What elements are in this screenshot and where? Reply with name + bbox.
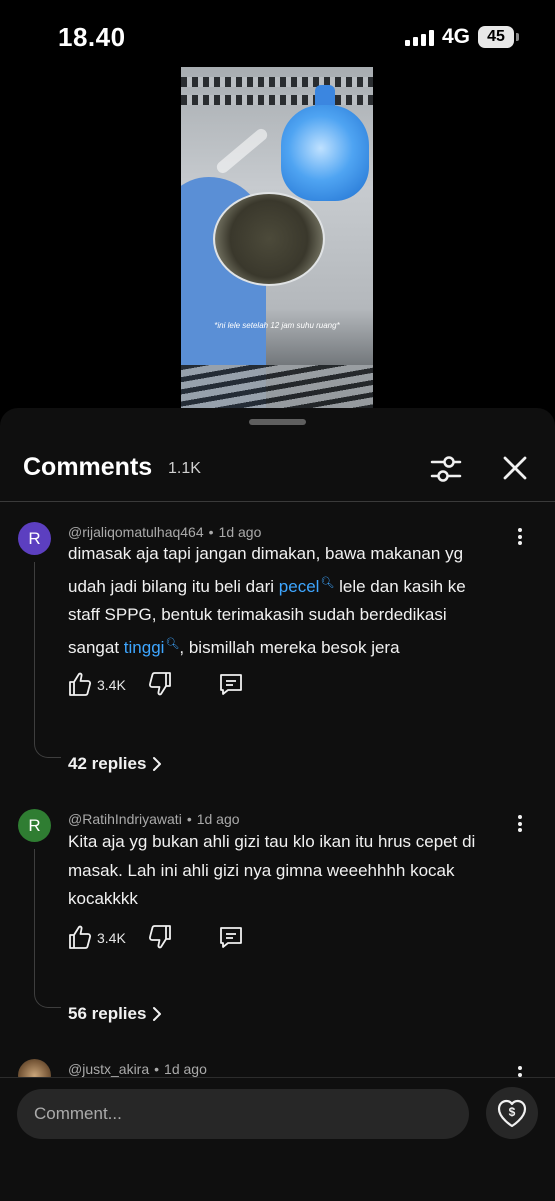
comment-line: masak. Lah ini ahli gizi nya gimna weeeh… xyxy=(68,860,455,880)
comment-meta: @RatihIndriyawati • 1d ago xyxy=(68,811,240,827)
like-button[interactable]: 3.4K xyxy=(68,924,138,952)
status-time: 18.40 xyxy=(58,22,126,52)
comment-time: 1d ago xyxy=(164,1061,207,1077)
comment-text-segment: , bismillah mereka besok jera xyxy=(179,637,400,657)
thumbs-down-icon xyxy=(148,672,171,696)
status-bar: 18.40 4G 45 xyxy=(0,0,555,70)
battery-tip xyxy=(516,33,519,41)
thumbs-up-icon xyxy=(69,672,92,696)
comment-line: dimasak aja tapi jangan dimakan, bawa ma… xyxy=(68,544,464,563)
avatar[interactable]: R xyxy=(18,522,51,555)
thread-line xyxy=(34,849,61,1008)
comment-text-segment: sangat xyxy=(68,637,120,657)
super-thanks-button[interactable]: $ xyxy=(486,1087,538,1139)
comment-meta: @rijaliqomatulhaq464 • 1d ago xyxy=(68,524,262,540)
comment-line: kocakkkk xyxy=(68,889,138,908)
super-thanks-icon: $ xyxy=(497,1099,527,1128)
view-replies-button[interactable]: 56 replies xyxy=(68,1004,162,1024)
video-petri-dish xyxy=(213,192,325,286)
search-icon: 🔍︎ xyxy=(165,637,180,650)
comment-icon xyxy=(220,927,242,948)
view-replies-button[interactable]: 42 replies xyxy=(68,754,162,774)
video-player[interactable]: *ini lele setelah 12 jam suhu ruang* xyxy=(181,67,373,412)
search-link-text: tinggi xyxy=(123,637,165,657)
comment-text: dimasak aja tapi jangan dimakan, bawa ma… xyxy=(68,540,518,662)
video-tube xyxy=(214,126,270,176)
comment-text: Kita aja yg bukan ahli gizi tau klo ikan… xyxy=(68,828,518,914)
close-icon[interactable] xyxy=(499,452,531,484)
thumbs-down-icon xyxy=(148,925,171,949)
video-vent xyxy=(181,95,373,105)
comment-text-segment: udah jadi bilang itu beli dari xyxy=(68,576,275,596)
comment-author[interactable]: @RatihIndriyawati xyxy=(68,811,182,827)
comment-composer: Comment... $ xyxy=(0,1077,555,1201)
comment-line: Kita aja yg bukan ahli gizi tau klo ikan… xyxy=(68,832,476,851)
video-caption: *ini lele setelah 12 jam suhu ruang* xyxy=(214,321,340,330)
sliders-icon[interactable] xyxy=(428,451,464,487)
reply-button[interactable] xyxy=(218,671,244,699)
comment-author[interactable]: @rijaliqomatulhaq464 xyxy=(68,524,204,540)
like-count: 3.4K xyxy=(97,930,126,946)
search-link-text: pecel xyxy=(278,576,320,596)
reply-button[interactable] xyxy=(218,924,244,952)
chevron-right-icon xyxy=(153,757,162,771)
comments-title: Comments xyxy=(23,453,153,481)
replies-label: 42 replies xyxy=(68,754,147,773)
dislike-button[interactable] xyxy=(148,924,174,952)
comment-line: udah jadi bilang itu beli dari pecel🔍︎ l… xyxy=(68,569,518,602)
comment-meta: @justx_akira • 1d ago xyxy=(68,1061,207,1077)
comment-input[interactable]: Comment... xyxy=(17,1089,469,1139)
like-button[interactable]: 3.4K xyxy=(68,671,138,699)
comment-time: 1d ago xyxy=(218,524,262,540)
avatar[interactable]: R xyxy=(18,809,51,842)
video-vent-bottom xyxy=(181,365,373,412)
chevron-right-icon xyxy=(153,1007,162,1021)
header-divider xyxy=(0,501,555,502)
network-type: 4G xyxy=(442,25,471,48)
svg-text:$: $ xyxy=(509,1105,516,1119)
video-vent xyxy=(181,77,373,87)
comment-author[interactable]: @justx_akira xyxy=(68,1061,149,1077)
search-link-pecel[interactable]: pecel🔍︎ xyxy=(279,577,335,596)
comment-icon xyxy=(220,674,242,695)
comment-time: 1d ago xyxy=(196,811,240,827)
comment-line: sangat tinggi🔍︎, bismillah mereka besok … xyxy=(68,630,518,663)
battery-icon: 45 xyxy=(478,26,514,48)
comments-count: 1.1K xyxy=(168,460,201,477)
dislike-button[interactable] xyxy=(148,671,174,699)
search-icon: 🔍︎ xyxy=(320,576,335,589)
comment-text-segment: lele dan kasih ke xyxy=(339,576,466,596)
thumbs-up-icon xyxy=(69,925,92,949)
like-count: 3.4K xyxy=(97,677,126,693)
drag-handle[interactable] xyxy=(249,419,306,425)
comment-line: staff SPPG, bentuk terimakasih sudah ber… xyxy=(68,605,447,624)
signal-icon xyxy=(405,30,435,46)
search-link-tinggi[interactable]: tinggi🔍︎ xyxy=(124,638,180,657)
replies-label: 56 replies xyxy=(68,1004,147,1023)
thread-line xyxy=(34,562,61,758)
video-bottle xyxy=(281,105,369,201)
